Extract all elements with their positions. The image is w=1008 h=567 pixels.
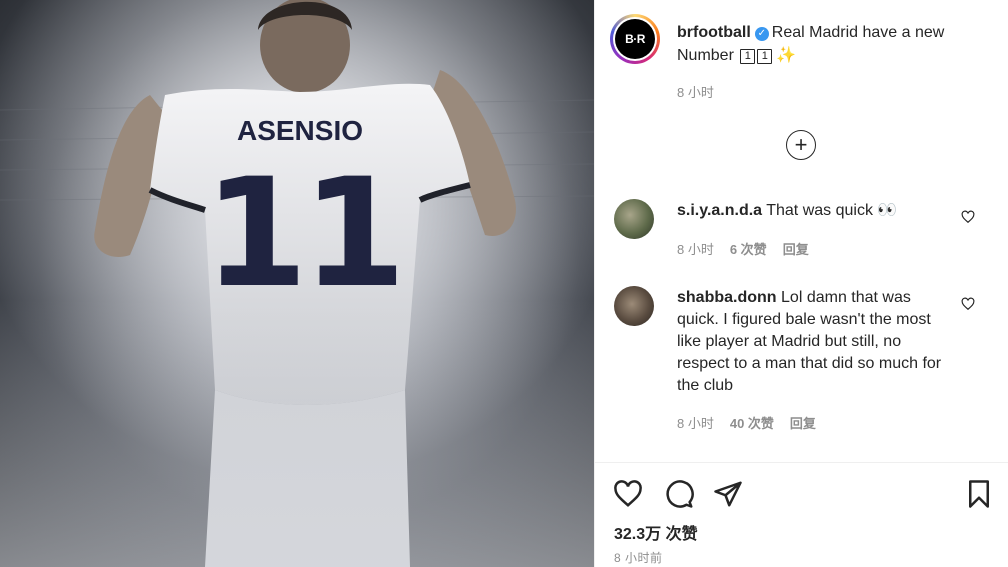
comment-likes[interactable]: 40 次赞 xyxy=(730,413,774,432)
author-avatar[interactable]: B·R xyxy=(610,14,660,64)
jersey-number: 11 xyxy=(204,147,401,321)
comment-avatar[interactable] xyxy=(614,199,654,239)
comment-reply-button[interactable]: 回复 xyxy=(783,239,809,258)
paper-plane-icon[interactable] xyxy=(713,479,743,509)
post-timestamp[interactable]: 8 小时前 xyxy=(614,549,663,566)
bookmark-icon[interactable] xyxy=(964,479,994,509)
comment-meta: 8 小时 40 次赞 回复 xyxy=(677,413,816,432)
comment-avatar[interactable] xyxy=(614,286,654,326)
comment-username[interactable]: shabba.donn xyxy=(677,289,777,306)
load-more-comments-button[interactable]: + xyxy=(786,130,816,160)
post-sidebar xyxy=(594,0,1008,567)
comment-heart-icon[interactable] xyxy=(961,210,975,224)
comment-heart-icon[interactable] xyxy=(961,297,975,311)
post-caption: brfootball ✓ Real Madrid have a new Number… xyxy=(677,21,995,67)
player-illustration: ASENSIO 11 xyxy=(0,0,594,567)
comment-reply-button[interactable]: 回复 xyxy=(790,413,816,432)
post-likes-count[interactable]: 32.3万 次赞 xyxy=(614,520,698,544)
post-view: ASENSIO 11 B·R brfootball ✓ Real Madrid ha… xyxy=(0,0,1008,567)
heart-icon[interactable] xyxy=(613,479,643,509)
comment-username[interactable]: s.i.y.a.n.d.a xyxy=(677,202,762,219)
comment-time[interactable]: 8 小时 xyxy=(677,239,714,258)
comment-time[interactable]: 8 小时 xyxy=(677,413,714,432)
comment-icon[interactable] xyxy=(664,479,694,509)
comment: s.i.y.a.n.d.a That was quick 👀 xyxy=(677,200,947,222)
divider xyxy=(595,462,1008,463)
jersey-name: ASENSIO xyxy=(237,115,363,146)
verified-badge-icon: ✓ xyxy=(754,27,769,41)
keycap-digit-2: 1 xyxy=(757,49,773,64)
comment: shabba.donn Lol damn that was quick. I f… xyxy=(677,287,947,397)
comment-text: That was quick 👀 xyxy=(766,202,898,219)
keycap-digit-1: 1 xyxy=(740,49,756,64)
author-username[interactable]: brfootball xyxy=(677,24,751,41)
plus-circle-icon: + xyxy=(794,132,808,157)
comment-meta: 8 小时 6 次赞 回复 xyxy=(677,239,809,258)
author-avatar-logo: B·R xyxy=(615,19,655,59)
comment-likes[interactable]: 6 次赞 xyxy=(730,239,767,258)
caption-time[interactable]: 8 小时 xyxy=(677,82,714,101)
post-image[interactable]: ASENSIO 11 xyxy=(0,0,594,567)
sparkles-emoji: ✨ xyxy=(776,47,797,64)
